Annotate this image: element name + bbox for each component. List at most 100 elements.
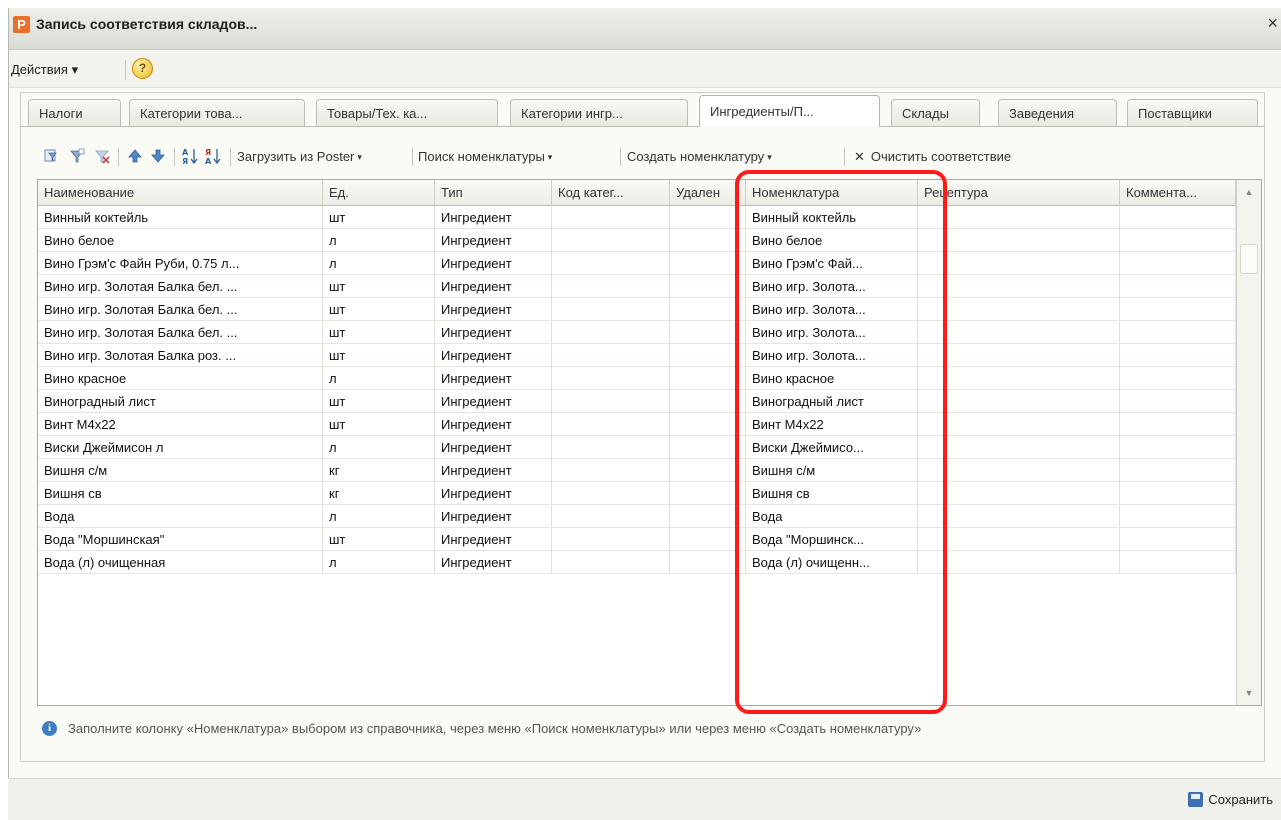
table-row[interactable]: Вино игр. Золотая Балка бел. ... шт Ингред… xyxy=(38,298,1236,321)
cell-type[interactable]: Ингредиент xyxy=(435,551,552,574)
cell-category-code[interactable] xyxy=(552,321,670,344)
cell-type[interactable]: Ингредиент xyxy=(435,459,552,482)
cell-category-code[interactable] xyxy=(552,436,670,459)
cell-recipe[interactable] xyxy=(918,505,1120,528)
cell-nomenclature[interactable]: Виноградный лист xyxy=(746,390,918,413)
create-nomenclature-button[interactable]: Создать номенклатуру ▾ xyxy=(627,149,772,164)
scrollbar-thumb[interactable] xyxy=(1240,244,1258,274)
cell-category-code[interactable] xyxy=(552,229,670,252)
cell-nomenclature[interactable]: Вино игр. Золота... xyxy=(746,275,918,298)
filter-by-value-icon[interactable] xyxy=(68,147,86,165)
cell-category-code[interactable] xyxy=(552,528,670,551)
cell-comment[interactable] xyxy=(1120,229,1236,252)
table-row[interactable]: Вишня с/м кг Ингредиент Вишня с/м xyxy=(38,459,1236,482)
sort-desc-icon[interactable]: ЯA xyxy=(204,147,222,165)
cell-nomenclature[interactable]: Вишня св xyxy=(746,482,918,505)
cell-nomenclature[interactable]: Вода xyxy=(746,505,918,528)
cell-type[interactable]: Ингредиент xyxy=(435,528,552,551)
cell-type[interactable]: Ингредиент xyxy=(435,413,552,436)
cell-recipe[interactable] xyxy=(918,367,1120,390)
cell-comment[interactable] xyxy=(1120,436,1236,459)
cell-nomenclature[interactable]: Вино игр. Золота... xyxy=(746,344,918,367)
cell-type[interactable]: Ингредиент xyxy=(435,482,552,505)
cell-unit[interactable]: л xyxy=(323,229,435,252)
cell-deleted[interactable] xyxy=(670,298,746,321)
tab-establishments[interactable]: Заведения xyxy=(998,99,1117,126)
cell-unit[interactable]: шт xyxy=(323,528,435,551)
cell-recipe[interactable] xyxy=(918,390,1120,413)
cell-deleted[interactable] xyxy=(670,321,746,344)
cell-comment[interactable] xyxy=(1120,413,1236,436)
filter-set-icon[interactable] xyxy=(43,147,61,165)
search-nomenclature-button[interactable]: Поиск номенклатуры ▾ xyxy=(418,149,552,164)
cell-category-code[interactable] xyxy=(552,551,670,574)
cell-unit[interactable]: л xyxy=(323,505,435,528)
table-row[interactable]: Вино красное л Ингредиент Вино красное xyxy=(38,367,1236,390)
move-down-icon[interactable] xyxy=(149,147,167,165)
table-row[interactable]: Вода (л) очищенная л Ингредиент Вода (л) оч… xyxy=(38,551,1236,574)
cell-category-code[interactable] xyxy=(552,252,670,275)
close-button[interactable]: × xyxy=(1267,14,1278,32)
cell-deleted[interactable] xyxy=(670,390,746,413)
cell-name[interactable]: Вино игр. Золотая Балка бел. ... xyxy=(38,298,323,321)
cell-type[interactable]: Ингредиент xyxy=(435,206,552,229)
cell-comment[interactable] xyxy=(1120,505,1236,528)
cell-category-code[interactable] xyxy=(552,367,670,390)
cell-recipe[interactable] xyxy=(918,321,1120,344)
cell-comment[interactable] xyxy=(1120,344,1236,367)
cell-name[interactable]: Вино красное xyxy=(38,367,323,390)
cell-recipe[interactable] xyxy=(918,482,1120,505)
help-icon[interactable]: ? xyxy=(132,58,153,79)
cell-name[interactable]: Вода (л) очищенная xyxy=(38,551,323,574)
tab-products[interactable]: Товары/Тех. ка... xyxy=(316,99,498,126)
move-up-icon[interactable] xyxy=(126,147,144,165)
cell-recipe[interactable] xyxy=(918,206,1120,229)
cell-nomenclature[interactable]: Вино игр. Золота... xyxy=(746,298,918,321)
tab-ingredients[interactable]: Ингредиенты/П... xyxy=(699,95,880,127)
filter-clear-icon[interactable] xyxy=(93,147,111,165)
cell-comment[interactable] xyxy=(1120,206,1236,229)
cell-name[interactable]: Виски Джеймисон л xyxy=(38,436,323,459)
scroll-down-icon[interactable]: ▼ xyxy=(1237,681,1261,705)
cell-name[interactable]: Вишня св xyxy=(38,482,323,505)
cell-recipe[interactable] xyxy=(918,413,1120,436)
cell-name[interactable]: Винный коктейль xyxy=(38,206,323,229)
column-header-recipe[interactable]: Рецептура xyxy=(918,180,1120,206)
table-row[interactable]: Винт М4х22 шт Ингредиент Винт М4х22 xyxy=(38,413,1236,436)
cell-unit[interactable]: шт xyxy=(323,298,435,321)
cell-deleted[interactable] xyxy=(670,551,746,574)
cell-recipe[interactable] xyxy=(918,344,1120,367)
cell-recipe[interactable] xyxy=(918,252,1120,275)
cell-comment[interactable] xyxy=(1120,390,1236,413)
cell-recipe[interactable] xyxy=(918,528,1120,551)
column-header-nomenclature[interactable]: Номенклатура xyxy=(746,180,918,206)
cell-unit[interactable]: шт xyxy=(323,344,435,367)
cell-nomenclature[interactable]: Вино красное xyxy=(746,367,918,390)
column-header-category-code[interactable]: Код катег... xyxy=(552,180,670,206)
cell-deleted[interactable] xyxy=(670,436,746,459)
cell-category-code[interactable] xyxy=(552,459,670,482)
cell-comment[interactable] xyxy=(1120,321,1236,344)
cell-unit[interactable]: шт xyxy=(323,390,435,413)
load-from-poster-button[interactable]: Загрузить из Poster ▾ xyxy=(237,149,362,164)
cell-type[interactable]: Ингредиент xyxy=(435,321,552,344)
table-row[interactable]: Вода л Ингредиент Вода xyxy=(38,505,1236,528)
vertical-scrollbar[interactable]: ▲ ▼ xyxy=(1236,180,1261,705)
cell-name[interactable]: Вино игр. Золотая Балка бел. ... xyxy=(38,275,323,298)
cell-unit[interactable]: л xyxy=(323,252,435,275)
column-header-unit[interactable]: Ед. xyxy=(323,180,435,206)
table-row[interactable]: Вино игр. Золотая Балка роз. ... шт Ингред… xyxy=(38,344,1236,367)
cell-type[interactable]: Ингредиент xyxy=(435,344,552,367)
table-row[interactable]: Вино игр. Золотая Балка бел. ... шт Ингред… xyxy=(38,321,1236,344)
cell-unit[interactable]: шт xyxy=(323,206,435,229)
save-button[interactable]: Сохранить xyxy=(1188,792,1273,807)
table-row[interactable]: Вишня св кг Ингредиент Вишня св xyxy=(38,482,1236,505)
cell-type[interactable]: Ингредиент xyxy=(435,252,552,275)
table-row[interactable]: Вино Грэм'с Файн Руби, 0.75 л... л Ингреди… xyxy=(38,252,1236,275)
tab-product-categories[interactable]: Категории това... xyxy=(129,99,305,126)
column-header-comment[interactable]: Коммента... xyxy=(1120,180,1236,206)
cell-unit[interactable]: л xyxy=(323,367,435,390)
table-row[interactable]: Вино белое л Ингредиент Вино белое xyxy=(38,229,1236,252)
clear-mapping-button[interactable]: ✕ Очистить соответствие xyxy=(854,149,1011,165)
cell-comment[interactable] xyxy=(1120,367,1236,390)
